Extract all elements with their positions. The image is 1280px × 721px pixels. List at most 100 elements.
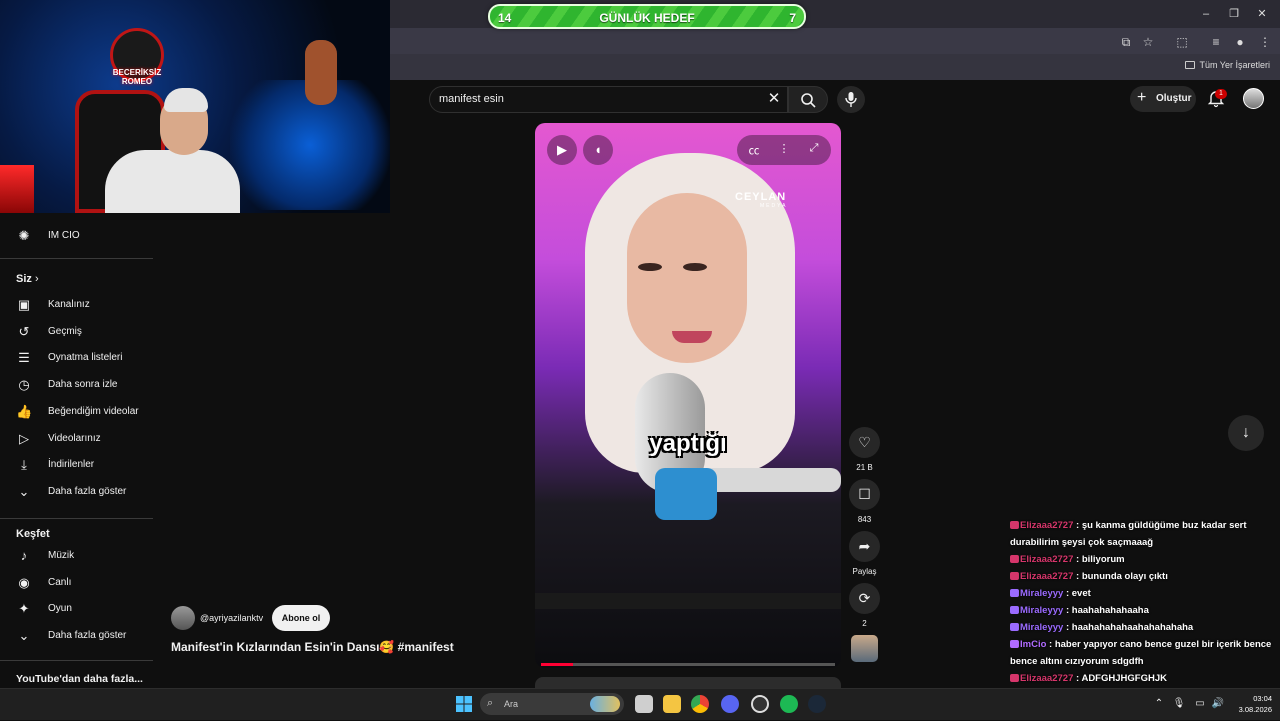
subscribe-button[interactable]: Abone ol: [272, 605, 330, 631]
share-button[interactable]: ➦: [849, 531, 880, 562]
sound-thumbnail[interactable]: [851, 635, 878, 662]
sidebar-item-explore-2[interactable]: ✦ Oyun: [0, 596, 160, 622]
taskbar-search[interactable]: ⌕ Ara: [480, 693, 624, 715]
sidebar-item-you-6[interactable]: ⤓ İndirilenler: [0, 452, 160, 478]
network-icon[interactable]: ▭: [1193, 697, 1207, 711]
sidebar-more-heading: YouTube'dan daha fazla...: [16, 673, 143, 685]
chrome-icon[interactable]: [691, 695, 709, 713]
sidebar-item-label: Canlı: [48, 576, 72, 588]
video-watermark: CEYLAN: [735, 191, 787, 203]
sidebar-item-label: Videolarınız: [48, 432, 101, 444]
chevron-down-icon: ⌄: [18, 628, 30, 644]
chevron-right-icon: ›: [34, 273, 39, 285]
maximize-icon[interactable]: ❐: [1224, 6, 1244, 22]
volume-icon[interactable]: ◖: [583, 135, 613, 165]
sidebar-divider: [0, 258, 153, 259]
chat-username[interactable]: ImCio: [1020, 639, 1046, 650]
close-window-icon[interactable]: ✕: [1252, 6, 1272, 22]
channel-name[interactable]: @ayriyazilanktv: [200, 613, 263, 623]
reading-list-icon[interactable]: ≡: [1207, 34, 1225, 50]
search-input[interactable]: [439, 93, 739, 105]
chat-username[interactable]: Miraleyyy: [1020, 622, 1063, 633]
sidebar-account[interactable]: ✺ IM CIO: [0, 223, 160, 249]
search-highlight-icon: [590, 696, 620, 712]
file-explorer-icon[interactable]: [663, 695, 681, 713]
all-bookmarks-button[interactable]: Tüm Yer İşaretleri: [1185, 60, 1270, 70]
daily-goal-bar: 14 GÜNLÜK HEDEF 7: [488, 4, 806, 29]
minimize-icon[interactable]: –: [1196, 6, 1216, 22]
channel-avatar[interactable]: [171, 606, 195, 630]
fullscreen-icon[interactable]: ⤢: [804, 142, 824, 155]
chat-username[interactable]: Elizaaa2727: [1020, 554, 1073, 565]
sidebar-explore-heading: Keşfet: [16, 528, 50, 540]
chat-message: Elizaaa2727 : ADFGHJHGFGHJK: [1010, 670, 1280, 687]
sidebar-item-explore-1[interactable]: ◉ Canlı: [0, 570, 160, 596]
arrow-down-icon[interactable]: ↓: [1228, 415, 1264, 451]
chat-username[interactable]: Elizaaa2727: [1020, 571, 1073, 582]
extensions-icon[interactable]: ⬚: [1173, 34, 1191, 50]
comments-button[interactable]: ☐: [849, 479, 880, 510]
sidebar-item-label: Oyun: [48, 603, 72, 615]
bookmark-star-icon[interactable]: ☆: [1139, 34, 1157, 50]
sidebar-item-label: Geçmiş: [48, 325, 82, 337]
remix-button[interactable]: ⟳: [849, 583, 880, 614]
short-video-player[interactable]: CEYLAN MEDYA yaptığı ▶ ◖ ㏄ ⋮ ⤢: [535, 123, 841, 668]
obs-icon[interactable]: [751, 695, 769, 713]
clear-search-icon[interactable]: ✕: [766, 90, 782, 108]
sidebar-item-explore-0[interactable]: ♪ Müzik: [0, 543, 160, 569]
sidebar-you-heading[interactable]: Siz ›: [16, 273, 39, 285]
goal-target: 7: [789, 11, 796, 25]
steam-icon[interactable]: [808, 695, 826, 713]
next-short-preview[interactable]: [535, 677, 841, 688]
video-progress-bar[interactable]: [541, 663, 835, 666]
like-button[interactable]: ♡: [849, 427, 880, 458]
chat-username[interactable]: Miraleyyy: [1020, 588, 1063, 599]
chat-text: biliyorum: [1081, 554, 1125, 565]
chat-username[interactable]: Elizaaa2727: [1020, 520, 1073, 531]
sidebar-item-you-2[interactable]: ☰ Oynatma listeleri: [0, 345, 160, 371]
sidebar-item-label: Kanalınız: [48, 299, 90, 310]
thumbs-up-graphic: [655, 468, 717, 520]
video-caption: yaptığı: [649, 430, 727, 457]
sidebar-item-you-5[interactable]: ▷ Videolarınız: [0, 426, 160, 452]
sidebar-item-label: Daha fazla göster: [48, 630, 127, 642]
windows-start-icon[interactable]: [455, 695, 473, 713]
sidebar-item-you-3[interactable]: ◷ Daha sonra izle: [0, 372, 160, 398]
chat-badge-icon: [1010, 521, 1019, 529]
discord-icon[interactable]: [721, 695, 739, 713]
sidebar-item-you-1[interactable]: ↺ Geçmiş: [0, 319, 160, 345]
spotify-icon[interactable]: [780, 695, 798, 713]
like-icon: 👍: [16, 403, 33, 419]
voice-search-button[interactable]: [837, 86, 865, 113]
like-count: 21 B: [856, 463, 873, 472]
microphone-icon[interactable]: 🎙: [1172, 697, 1186, 711]
avatar[interactable]: [1243, 88, 1264, 109]
sidebar-item-you-4[interactable]: 👍 Beğendiğim videolar: [0, 399, 160, 425]
sidebar-item-label: Oynatma listeleri: [48, 352, 123, 364]
taskbar-clock[interactable]: 03:04 3.08.2026: [1232, 693, 1272, 715]
chat-username[interactable]: Elizaaa2727: [1020, 673, 1073, 684]
chat-username[interactable]: Miraleyyy: [1020, 605, 1063, 616]
search-button[interactable]: [788, 86, 828, 113]
bookmarks-bar: [390, 54, 1280, 80]
sidebar-item-you-0[interactable]: ▣ Kanalınız: [0, 292, 160, 318]
goal-title: GÜNLÜK HEDEF: [599, 11, 695, 25]
chat-badge-icon: [1010, 623, 1019, 631]
sidebar-item-explore-3[interactable]: ⌄ Daha fazla göster: [0, 623, 160, 649]
more-options-icon[interactable]: ⋮: [774, 142, 794, 155]
play-icon[interactable]: ▶: [547, 135, 577, 165]
search-box[interactable]: [429, 86, 788, 113]
video-progress-fill: [541, 663, 574, 666]
profile-icon[interactable]: ●: [1231, 34, 1249, 50]
speaker-icon[interactable]: 🔊: [1211, 697, 1225, 711]
captions-icon[interactable]: ㏄: [744, 142, 764, 158]
chat-badge-icon: [1010, 555, 1019, 563]
sidebar-item-label: İndirilenler: [48, 459, 95, 471]
cast-icon[interactable]: ⧉: [1117, 34, 1135, 50]
sidebar-item-you-7[interactable]: ⌄ Daha fazla göster: [0, 479, 160, 505]
task-view-icon[interactable]: [635, 695, 653, 713]
create-button[interactable]: + Oluştur: [1130, 86, 1196, 112]
chat-message: ImCio : haber yapıyor cano bence guzel b…: [1010, 639, 1272, 667]
menu-kebab-icon[interactable]: ⋮: [1256, 34, 1274, 50]
chevron-up-icon[interactable]: ⌃: [1152, 697, 1166, 711]
